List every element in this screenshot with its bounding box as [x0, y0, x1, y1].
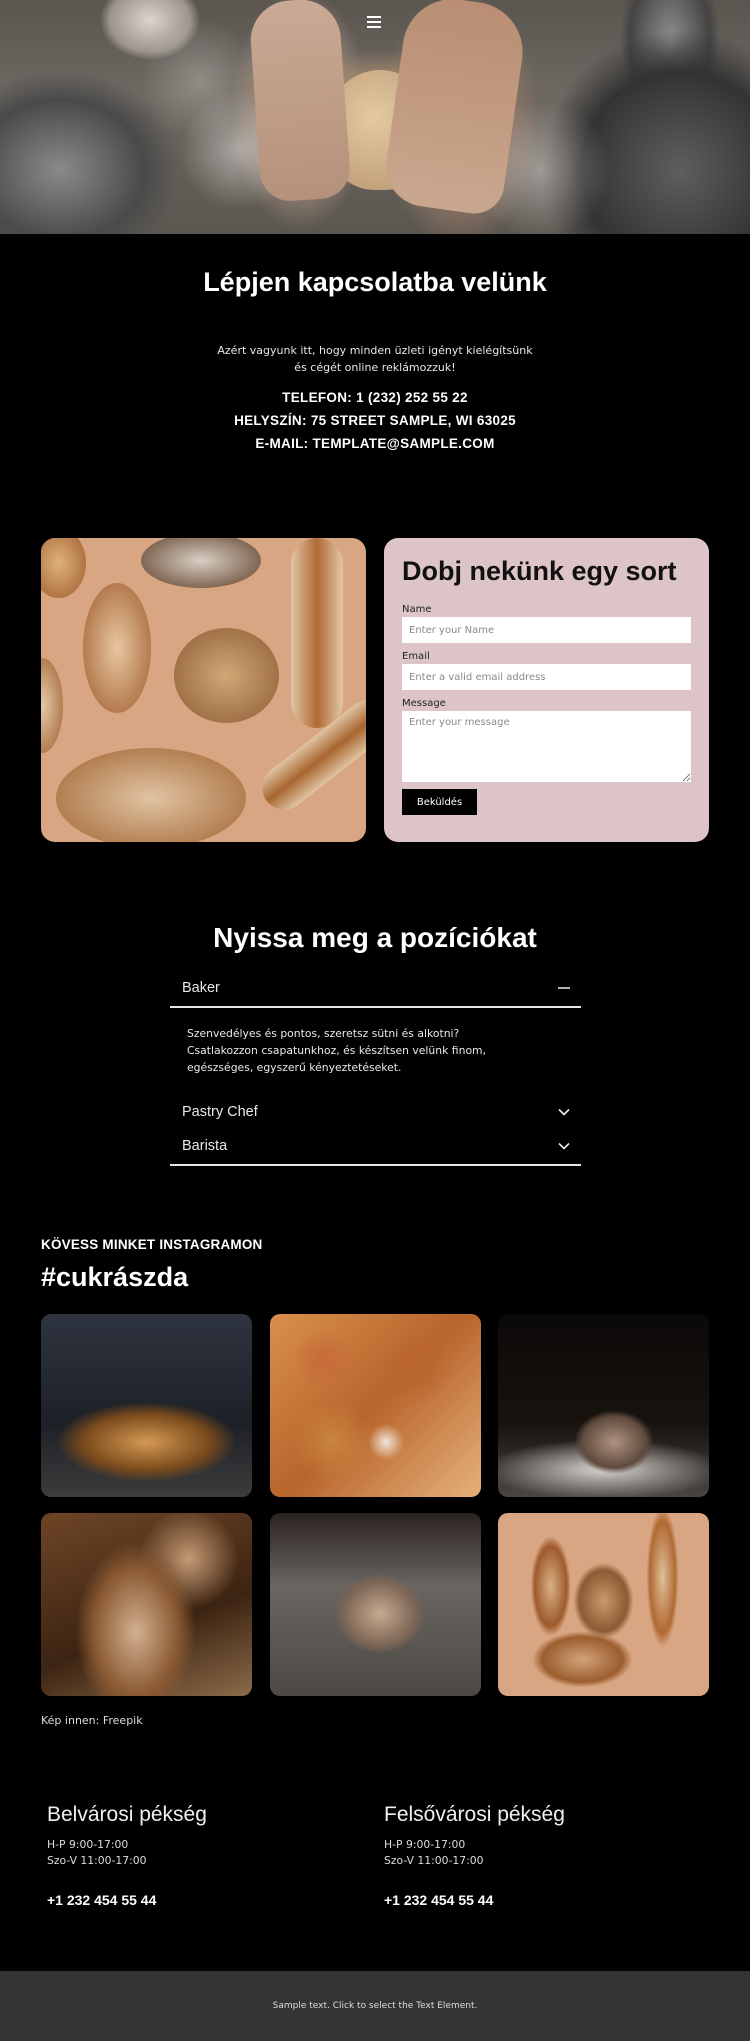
message-textarea[interactable] [402, 711, 691, 782]
loaf [41, 658, 63, 753]
hero-image [0, 0, 750, 234]
accordion-item-baker[interactable]: Baker [170, 972, 581, 1006]
location-phone[interactable]: +1 232 454 55 44 [384, 1892, 684, 1908]
location-hours: H-P 9:00-17:00 [47, 1838, 129, 1851]
accordion-divider [170, 1006, 581, 1008]
accordion-body: Szenvedélyes és pontos, szeretsz sütni é… [187, 1027, 486, 1074]
location-phone[interactable]: +1 232 454 55 44 [47, 1892, 347, 1908]
email-label: Email [402, 651, 430, 662]
location-hours: H-P 9:00-17:00 [384, 1838, 466, 1851]
image-credit[interactable]: Kép innen: Freepik [41, 1714, 143, 1727]
accordion-label: Baker [182, 980, 220, 996]
location-name: Belvárosi pékség [47, 1803, 207, 1826]
loaf [291, 538, 343, 728]
accordion-divider [170, 1164, 581, 1166]
accordion-item-barista[interactable]: Barista [170, 1130, 581, 1164]
location-uptown: Felsővárosi pékség H-P 9:00-17:00 Szo-V … [384, 1803, 684, 1908]
instagram-tile-pastries[interactable] [270, 1314, 481, 1497]
accordion-item-pastry-chef[interactable]: Pastry Chef [170, 1096, 581, 1130]
instagram-tile-croissants[interactable] [41, 1314, 252, 1497]
minus-icon [558, 987, 570, 989]
contact-location: HELYSZÍN: 75 STREET SAMPLE, WI 63025 [234, 413, 516, 428]
loaf [56, 748, 246, 842]
name-label: Name [402, 604, 432, 615]
hamburger-menu-icon[interactable] [367, 15, 381, 29]
name-input[interactable] [402, 617, 691, 643]
contact-form-panel: Dobj nekünk egy sort Name Email Message … [384, 538, 709, 842]
contact-title: Lépjen kapcsolatba velünk [203, 267, 547, 297]
instagram-tile-flour-dough[interactable] [498, 1314, 709, 1497]
contact-email[interactable]: E-MAIL: TEMPLATE@SAMPLE.COM [175, 436, 575, 451]
form-title: Dobj nekünk egy sort [402, 556, 677, 586]
hamburger-line [367, 16, 381, 18]
positions-title: Nyissa meg a pozíciókat [213, 922, 537, 953]
hamburger-line [367, 21, 381, 23]
chevron-down-icon [558, 1108, 570, 1116]
instagram-tile-bread-beige[interactable] [498, 1513, 709, 1696]
chevron-down-icon [558, 1142, 570, 1150]
message-label: Message [402, 698, 446, 709]
footer-text[interactable]: Sample text. Click to select the Text El… [273, 2001, 478, 2011]
footer: Sample text. Click to select the Text El… [0, 1971, 750, 2041]
location-downtown: Belvárosi pékség H-P 9:00-17:00 Szo-V 11… [47, 1803, 347, 1908]
submit-button[interactable]: Beküldés [402, 789, 477, 815]
hero-left-hand [248, 0, 352, 203]
loaf [41, 538, 86, 598]
instagram-kicker: KÖVESS MINKET INSTAGRAMON [41, 1237, 263, 1252]
instagram-tile-rustic-bread[interactable] [41, 1513, 252, 1696]
contact-phone[interactable]: TELEFON: 1 (232) 252 55 22 [175, 390, 575, 405]
location-name: Felsővárosi pékség [384, 1803, 565, 1826]
email-input[interactable] [402, 664, 691, 690]
instagram-hashtag: #cukrászda [41, 1262, 189, 1292]
accordion-label: Pastry Chef [182, 1104, 258, 1120]
location-hours: Szo-V 11:00-17:00 [47, 1854, 147, 1867]
loaf [83, 583, 151, 713]
bread-photo [41, 538, 366, 842]
instagram-tile-kneading[interactable] [270, 1513, 481, 1696]
location-hours: Szo-V 11:00-17:00 [384, 1854, 484, 1867]
loaf [141, 538, 261, 588]
contact-intro: Azért vagyunk itt, hogy minden üzleti ig… [217, 344, 533, 374]
accordion-label: Barista [182, 1138, 228, 1154]
loaf [174, 628, 279, 723]
hamburger-line [367, 26, 381, 28]
